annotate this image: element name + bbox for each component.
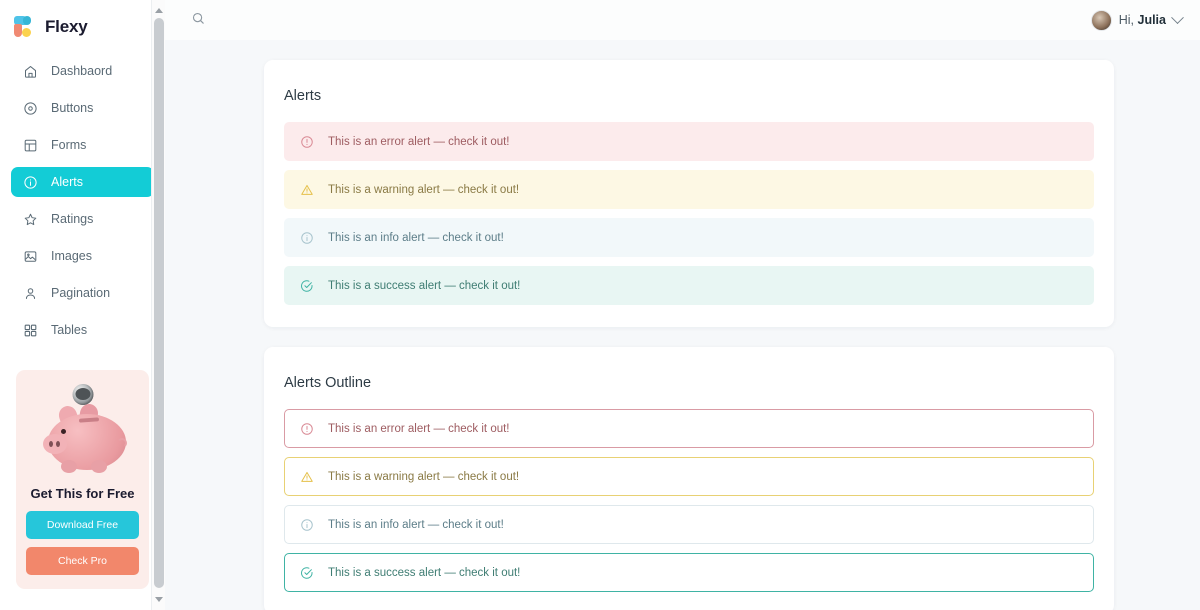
- scrollbar-thumb[interactable]: [154, 18, 164, 588]
- alert-outline-warning: This is a warning alert — check it out!: [284, 457, 1094, 496]
- user-icon: [22, 285, 38, 301]
- alert-info: This is an info alert — check it out!: [284, 218, 1094, 257]
- search-button[interactable]: [187, 9, 209, 31]
- sidebar-item-buttons[interactable]: Buttons: [11, 93, 154, 123]
- alerts-card: Alerts This is an error alert — check it…: [264, 60, 1114, 327]
- sidebar-scrollbar[interactable]: [151, 0, 165, 610]
- sidebar-nav: Dashbaord Buttons Forms Alerts Ratings I…: [0, 56, 165, 345]
- greeting-text: Hi,: [1118, 13, 1135, 27]
- check-pro-button[interactable]: Check Pro: [26, 547, 139, 575]
- main-area: Hi, Julia Alerts This is an error alert …: [165, 0, 1200, 610]
- alert-error: This is an error alert — check it out!: [284, 122, 1094, 161]
- error-circle-icon: [299, 134, 314, 149]
- sidebar-item-label: Buttons: [51, 101, 94, 115]
- alert-text: This is an info alert — check it out!: [328, 231, 504, 244]
- sidebar-item-alerts[interactable]: Alerts: [11, 167, 154, 197]
- check-circle-icon: [299, 278, 314, 293]
- piggy-bank-icon: [26, 382, 139, 480]
- user-menu[interactable]: Hi, Julia: [1090, 9, 1184, 31]
- alert-text: This is a success alert — check it out!: [328, 279, 521, 292]
- alert-text: This is an error alert — check it out!: [328, 422, 510, 435]
- alerts-outline-card: Alerts Outline This is an error alert — …: [264, 347, 1114, 610]
- alert-text: This is an error alert — check it out!: [328, 135, 510, 148]
- page-title: Alerts: [284, 88, 322, 104]
- sidebar-item-tables[interactable]: Tables: [11, 315, 154, 345]
- promo-title: Get This for Free: [30, 486, 135, 501]
- error-circle-icon: [299, 421, 314, 436]
- warning-triangle-icon: [299, 182, 314, 197]
- info-circle-icon: [22, 174, 38, 190]
- alert-text: This is a success alert — check it out!: [328, 566, 521, 579]
- brand-name: Flexy: [45, 16, 88, 36]
- star-icon: [22, 211, 38, 227]
- content-scroll: Alerts This is an error alert — check it…: [165, 40, 1200, 610]
- sidebar-item-label: Pagination: [51, 286, 111, 300]
- user-name: Julia: [1137, 13, 1167, 27]
- scroll-down-arrow-icon[interactable]: [155, 597, 163, 605]
- alert-success: This is a success alert — check it out!: [284, 266, 1094, 305]
- section-title: Alerts Outline: [284, 375, 372, 391]
- sidebar-item-label: Alerts: [51, 175, 83, 189]
- flexy-logo-icon: [14, 15, 36, 38]
- user-greeting: Hi, Julia: [1119, 13, 1166, 27]
- scroll-up-arrow-icon[interactable]: [155, 5, 163, 13]
- info-circle-icon: [299, 517, 314, 532]
- download-free-button[interactable]: Download Free: [26, 511, 139, 539]
- topbar: Hi, Julia: [165, 0, 1200, 40]
- image-icon: [22, 248, 38, 264]
- sidebar-item-label: Forms: [51, 138, 87, 152]
- circle-dot-icon: [22, 100, 38, 116]
- sidebar: Flexy Dashbaord Buttons Forms Alerts Rat…: [0, 0, 165, 610]
- coin-icon: [72, 384, 93, 405]
- warning-triangle-icon: [299, 469, 314, 484]
- sidebar-item-ratings[interactable]: Ratings: [11, 204, 154, 234]
- home-icon: [22, 63, 38, 79]
- sidebar-item-label: Dashbaord: [51, 64, 113, 78]
- alert-text: This is a warning alert — check it out!: [328, 183, 520, 196]
- grid-icon: [22, 322, 38, 338]
- alert-warning: This is a warning alert — check it out!: [284, 170, 1094, 209]
- alert-outline-success: This is a success alert — check it out!: [284, 553, 1094, 592]
- chevron-down-icon[interactable]: [1171, 10, 1184, 24]
- alert-text: This is an info alert — check it out!: [328, 518, 504, 531]
- sidebar-item-label: Tables: [51, 323, 88, 337]
- sidebar-item-dashboard[interactable]: Dashbaord: [11, 56, 154, 86]
- sidebar-item-label: Images: [51, 249, 92, 263]
- layout-icon: [22, 137, 38, 153]
- brand[interactable]: Flexy: [0, 0, 165, 40]
- sidebar-item-forms[interactable]: Forms: [11, 130, 154, 160]
- info-circle-icon: [299, 230, 314, 245]
- sidebar-item-pagination[interactable]: Pagination: [11, 278, 154, 308]
- check-circle-icon: [299, 565, 314, 580]
- app-root: Flexy Dashbaord Buttons Forms Alerts Rat…: [0, 0, 1200, 610]
- avatar: [1090, 9, 1112, 31]
- sidebar-item-images[interactable]: Images: [11, 241, 154, 271]
- alert-outline-error: This is an error alert — check it out!: [284, 409, 1094, 448]
- alert-text: This is a warning alert — check it out!: [328, 470, 520, 483]
- sidebar-item-label: Ratings: [51, 212, 94, 226]
- alert-outline-info: This is an info alert — check it out!: [284, 505, 1094, 544]
- promo-card: Get This for Free Download Free Check Pr…: [16, 370, 149, 589]
- search-icon: [191, 11, 206, 29]
